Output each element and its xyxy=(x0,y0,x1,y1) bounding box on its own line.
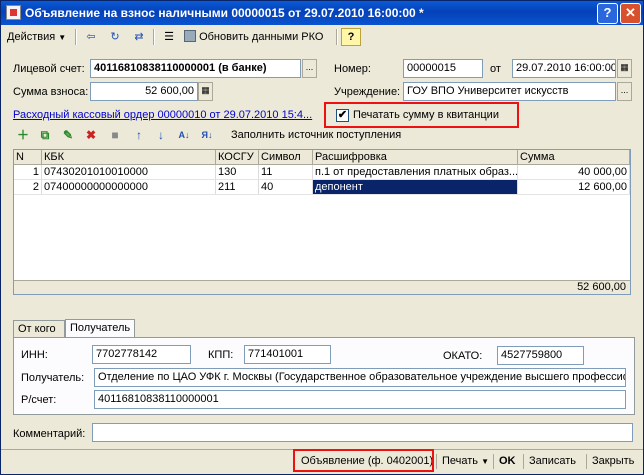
recipient-name-label: Получатель: xyxy=(21,372,85,384)
window-title: Объявление на взнос наличными 00000015 о… xyxy=(25,6,424,20)
back-arrow-icon[interactable]: ⇦ xyxy=(81,28,101,46)
decoding-table[interactable]: N КБК КОСГУ Символ Расшифровка Сумма 1 0… xyxy=(13,149,631,295)
kbk-cell[interactable]: 07430201010010000 xyxy=(42,165,216,180)
update-from-rko-button[interactable]: Обновить данными РКО xyxy=(184,27,323,47)
symbol-cell[interactable]: 40 xyxy=(259,180,313,195)
document-icon xyxy=(6,5,21,20)
help-button[interactable]: ? xyxy=(597,3,618,24)
fill-source-button[interactable]: Заполнить источник поступления xyxy=(231,127,401,143)
edit-row-icon[interactable]: ✎ xyxy=(60,127,76,143)
dropdown-arrow-icon: ▼ xyxy=(58,33,67,42)
column-header[interactable]: Расшифровка xyxy=(313,150,518,165)
button-separator xyxy=(493,454,494,469)
number-field[interactable]: 00000015 xyxy=(403,59,483,78)
comment-label: Комментарий: xyxy=(13,428,86,440)
sort-descending-icon[interactable]: Я↓ xyxy=(199,127,215,143)
inn-field[interactable]: 7702778142 xyxy=(92,345,191,364)
close-window-button[interactable]: ✕ xyxy=(620,3,641,24)
column-header[interactable]: Символ xyxy=(259,150,313,165)
close-button[interactable]: Закрыть xyxy=(588,451,638,471)
okato-field[interactable]: 4527759800 xyxy=(497,346,584,365)
tab-from[interactable]: От кого xyxy=(13,320,65,337)
structure-icon[interactable]: ☰ xyxy=(159,28,179,46)
move-down-icon[interactable]: ↓ xyxy=(153,127,169,143)
delete-row-icon[interactable]: ✖ xyxy=(83,127,99,143)
number-label: Номер: xyxy=(334,63,371,75)
inn-label: ИНН: xyxy=(21,349,48,361)
select-button[interactable]: ... xyxy=(617,82,632,101)
recipient-account-field[interactable]: 40116810838110000001 xyxy=(94,390,626,409)
swap-icon[interactable]: ⇄ xyxy=(129,28,149,46)
date-field[interactable]: 29.07.2010 16:00:00 xyxy=(512,59,616,78)
select-button[interactable]: ... xyxy=(302,59,317,78)
symbol-cell[interactable]: 11 xyxy=(259,165,313,180)
update-label: Обновить данными РКО xyxy=(199,31,324,43)
toolbar: Действия ▼ ⇦ ↻ ⇄ ☰ Обновить данными РКО … xyxy=(3,26,641,48)
row-number: 1 xyxy=(14,165,42,180)
amount-field[interactable]: 52 600,00 xyxy=(90,82,198,101)
add-row-icon[interactable]: ＋ xyxy=(15,127,31,143)
title-bar[interactable]: Объявление на взнос наличными 00000015 о… xyxy=(1,1,643,25)
kpp-field[interactable]: 771401001 xyxy=(244,345,331,364)
table-row[interactable]: 1 07430201010010000 130 11 п.1 от предос… xyxy=(14,165,630,180)
kosgu-cell[interactable]: 211 xyxy=(216,180,259,195)
institution-label: Учреждение: xyxy=(334,86,401,98)
dropdown-arrow-icon: ▼ xyxy=(481,457,490,466)
account-field[interactable]: 40116810838110000001 (в банке) xyxy=(90,59,301,78)
button-separator xyxy=(523,454,524,469)
actions-menu-label: Действия xyxy=(7,31,56,43)
print-label: Печать xyxy=(442,455,479,467)
decoding-cell[interactable]: п.1 от предоставления платных образ... xyxy=(313,165,518,180)
comment-field[interactable] xyxy=(92,423,633,442)
amount-label: Сумма взноса: xyxy=(13,86,89,98)
table-footer: 52 600,00 xyxy=(14,280,630,294)
cash-order-link[interactable]: Расходный кассовый ордер 00000010 от 29.… xyxy=(13,107,312,123)
date-label: от xyxy=(490,63,501,75)
document-window: Объявление на взнос наличными 00000015 о… xyxy=(0,0,644,475)
button-separator xyxy=(436,454,437,469)
table-row[interactable]: 2 07400000000000000 211 40 депонент 12 6… xyxy=(14,180,630,195)
kbk-cell[interactable]: 07400000000000000 xyxy=(42,180,216,195)
bottom-button-bar: Объявление (ф. 0402001) Печать ▼ OK Запи… xyxy=(1,449,643,473)
kpp-label: КПП: xyxy=(208,349,234,361)
toolbar-separator xyxy=(75,29,77,45)
calculator-icon[interactable]: ▦ xyxy=(198,82,213,101)
total-sum: 52 600,00 xyxy=(577,281,626,293)
end-edit-icon[interactable]: ■ xyxy=(107,127,123,143)
toolbar-separator xyxy=(153,29,155,45)
sort-ascending-icon[interactable]: A↓ xyxy=(176,127,192,143)
highlight-frame xyxy=(324,102,519,128)
column-header[interactable]: КБК xyxy=(42,150,216,165)
button-separator xyxy=(586,454,587,469)
sum-cell[interactable]: 12 600,00 xyxy=(518,180,630,195)
update-icon xyxy=(184,30,196,42)
decoding-cell-selected[interactable]: депонент xyxy=(313,180,518,195)
move-up-icon[interactable]: ↑ xyxy=(131,127,147,143)
refresh-icon[interactable]: ↻ xyxy=(105,28,125,46)
institution-field[interactable]: ГОУ ВПО Университет искусств xyxy=(403,82,616,101)
recipient-account-label: Р/счет: xyxy=(21,394,57,406)
column-header[interactable]: N xyxy=(14,150,42,165)
kosgu-cell[interactable]: 130 xyxy=(216,165,259,180)
ok-button[interactable]: OK xyxy=(495,451,520,471)
account-label: Лицевой счет: xyxy=(13,63,85,75)
save-button[interactable]: Записать xyxy=(525,451,580,471)
recipient-panel: ИНН: 7702778142 КПП: 771401001 ОКАТО: 45… xyxy=(13,337,635,415)
toolbar-separator xyxy=(336,29,338,45)
recipient-name-field[interactable]: Отделение по ЦАО УФК г. Москвы (Государс… xyxy=(94,368,626,387)
okato-label: ОКАТО: xyxy=(443,350,483,362)
tab-recipient[interactable]: Получатель xyxy=(65,319,135,338)
row-number: 2 xyxy=(14,180,42,195)
calendar-icon[interactable]: ▦ xyxy=(617,59,632,78)
sum-cell[interactable]: 40 000,00 xyxy=(518,165,630,180)
actions-menu[interactable]: Действия ▼ xyxy=(7,27,66,47)
help-toolbar-button[interactable]: ? xyxy=(341,28,361,46)
column-header[interactable]: КОСГУ xyxy=(216,150,259,165)
highlight-frame xyxy=(293,449,434,472)
column-header[interactable]: Сумма xyxy=(518,150,630,165)
copy-row-icon[interactable]: ⧉ xyxy=(37,127,53,143)
print-menu-button[interactable]: Печать ▼ xyxy=(438,451,493,471)
